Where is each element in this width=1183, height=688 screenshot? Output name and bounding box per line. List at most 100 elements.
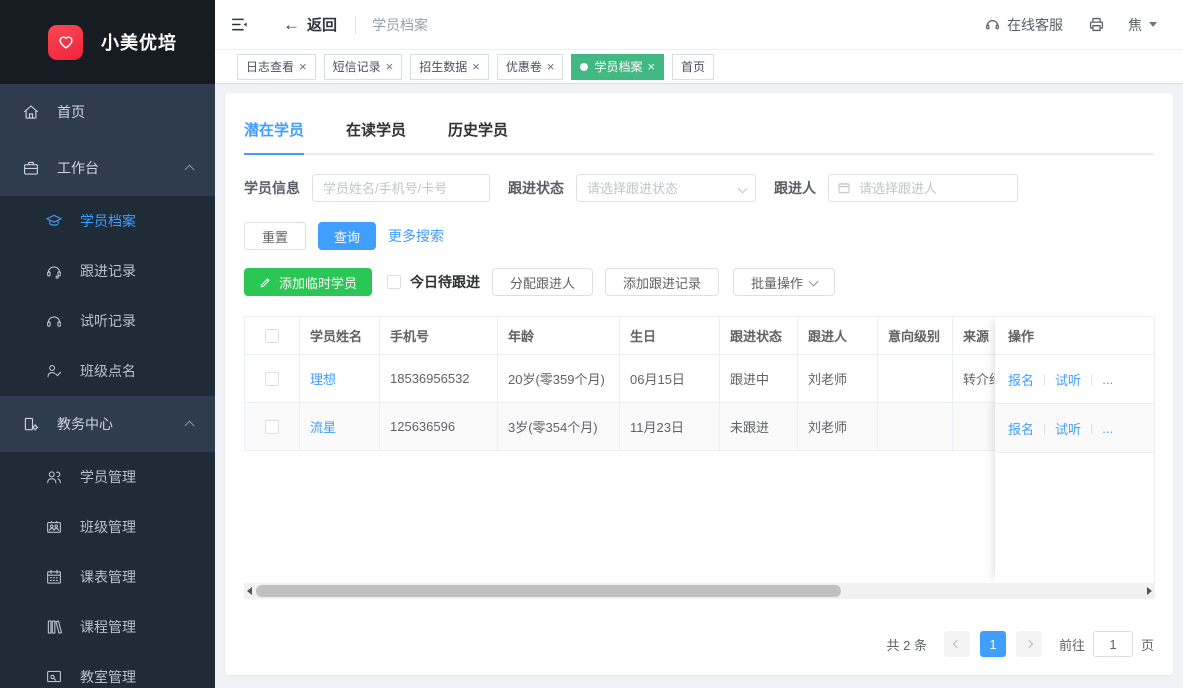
follow-status-select-input[interactable] bbox=[576, 174, 756, 202]
sidebar-item-student-management[interactable]: 学员管理 bbox=[0, 452, 215, 502]
calendar-small-icon bbox=[837, 181, 851, 195]
audition-link[interactable]: 试听 bbox=[1055, 419, 1081, 438]
breadcrumb: 学员档案 bbox=[372, 15, 428, 35]
tag-label: 学员档案 bbox=[594, 58, 642, 75]
batch-operation-button[interactable]: 批量操作 bbox=[733, 268, 835, 296]
sidebar-group-academic-center[interactable]: 教务中心 bbox=[0, 396, 215, 452]
divider: | bbox=[1043, 421, 1046, 435]
brand-logo bbox=[48, 25, 83, 60]
sidebar-item-label: 试听记录 bbox=[80, 311, 136, 331]
cell-follow-status: 未跟进 bbox=[720, 403, 798, 451]
student-name-link[interactable]: 流星 bbox=[310, 420, 336, 435]
horizontal-scrollbar[interactable] bbox=[244, 583, 1155, 599]
students-table: 学员姓名 手机号 年龄 生日 跟进状态 跟进人 意向级别 来源 理想 bbox=[244, 316, 1155, 583]
sidebar-item-label: 首页 bbox=[57, 102, 85, 122]
divider: | bbox=[1043, 372, 1046, 386]
sidebar-item-student-archive[interactable]: 学员档案 bbox=[0, 196, 215, 246]
search-buttons-row: 重置 查询 更多搜索 bbox=[244, 222, 1154, 250]
heart-icon bbox=[56, 32, 76, 52]
row-checkbox[interactable] bbox=[265, 420, 279, 434]
sidebar-group-workbench[interactable]: 工作台 bbox=[0, 140, 215, 196]
user-menu[interactable]: 焦 bbox=[1128, 15, 1157, 35]
row-checkbox[interactable] bbox=[265, 372, 279, 386]
sidebar-item-audition-records[interactable]: 试听记录 bbox=[0, 296, 215, 346]
close-icon[interactable]: × bbox=[299, 60, 307, 73]
workspace-gear-icon bbox=[22, 415, 40, 433]
tab-history-students[interactable]: 历史学员 bbox=[448, 119, 508, 153]
sidebar-item-class-management[interactable]: 班级管理 bbox=[0, 502, 215, 552]
tag-student-archive-active[interactable]: 学员档案 × bbox=[571, 54, 664, 80]
goto-page-input[interactable] bbox=[1093, 631, 1133, 657]
tag-enrollment-data[interactable]: 招生数据× bbox=[410, 54, 489, 80]
student-type-tabs: 潜在学员 在读学员 历史学员 bbox=[244, 119, 1154, 155]
headset-icon bbox=[984, 16, 1001, 33]
calendar-icon bbox=[45, 568, 63, 586]
tab-enrolled-students[interactable]: 在读学员 bbox=[346, 119, 406, 153]
caret-down-icon bbox=[1149, 22, 1157, 27]
cell-follower: 刘老师 bbox=[798, 355, 878, 403]
add-temp-student-button[interactable]: 添加临时学员 bbox=[244, 268, 372, 296]
graduation-cap-icon bbox=[45, 212, 63, 230]
signup-link[interactable]: 报名 bbox=[1008, 370, 1034, 389]
content-card: 潜在学员 在读学员 历史学员 学员信息 跟进状态 跟进人 bbox=[225, 93, 1173, 675]
col-age: 年龄 bbox=[498, 317, 620, 355]
close-icon[interactable]: × bbox=[386, 60, 394, 73]
today-follow-checkbox[interactable] bbox=[387, 275, 401, 289]
assign-follower-button[interactable]: 分配跟进人 bbox=[492, 268, 593, 296]
student-name-link[interactable]: 理想 bbox=[310, 372, 336, 387]
scroll-right-arrow[interactable] bbox=[1144, 583, 1155, 599]
tag-log-view[interactable]: 日志查看 × bbox=[237, 54, 316, 80]
tab-potential-students[interactable]: 潜在学员 bbox=[244, 119, 304, 155]
back-button[interactable]: ← 返回 bbox=[283, 14, 337, 35]
close-icon[interactable]: × bbox=[472, 60, 480, 73]
sidebar-fold-icon[interactable] bbox=[230, 15, 249, 34]
divider: | bbox=[1090, 372, 1093, 386]
sidebar-menu: 首页 工作台 学员档案 跟进记录 试听记录 班级点名 bbox=[0, 84, 215, 688]
cell-phone: 125636596 bbox=[380, 403, 498, 451]
select-all-checkbox[interactable] bbox=[265, 329, 279, 343]
follower-select[interactable] bbox=[828, 174, 1018, 202]
tag-home[interactable]: 首页 bbox=[672, 54, 714, 80]
sidebar-item-label: 学员档案 bbox=[80, 211, 136, 231]
search-button[interactable]: 查询 bbox=[318, 222, 376, 250]
more-actions-link[interactable]: ... bbox=[1102, 421, 1113, 436]
prev-page-button[interactable] bbox=[944, 631, 970, 657]
signup-link[interactable]: 报名 bbox=[1008, 419, 1034, 438]
printer-icon[interactable] bbox=[1087, 15, 1106, 34]
chevron-right-icon bbox=[1025, 640, 1033, 648]
close-icon[interactable]: × bbox=[547, 60, 555, 73]
follower-select-input[interactable] bbox=[828, 174, 1018, 202]
scrollbar-thumb[interactable] bbox=[256, 585, 841, 597]
audition-link[interactable]: 试听 bbox=[1055, 370, 1081, 389]
tag-sms-records[interactable]: 短信记录× bbox=[324, 54, 403, 80]
sidebar-item-label: 课表管理 bbox=[80, 567, 136, 587]
next-page-button[interactable] bbox=[1016, 631, 1042, 657]
sidebar-item-label: 教务中心 bbox=[57, 414, 113, 434]
more-actions-link[interactable]: ... bbox=[1102, 372, 1113, 387]
tag-label: 日志查看 bbox=[246, 58, 294, 75]
close-icon[interactable]: × bbox=[647, 60, 655, 73]
page-number-button[interactable]: 1 bbox=[980, 631, 1006, 657]
col-follow-status: 跟进状态 bbox=[720, 317, 798, 355]
sidebar-item-course-management[interactable]: 课程管理 bbox=[0, 602, 215, 652]
reset-button[interactable]: 重置 bbox=[244, 222, 306, 250]
student-info-input[interactable] bbox=[312, 174, 490, 202]
cell-intent-level bbox=[878, 403, 953, 451]
sidebar-item-timetable-management[interactable]: 课表管理 bbox=[0, 552, 215, 602]
cell-source bbox=[953, 403, 996, 451]
sidebar-item-follow-records[interactable]: 跟进记录 bbox=[0, 246, 215, 296]
more-search-link[interactable]: 更多搜索 bbox=[388, 226, 444, 246]
online-service-button[interactable]: 在线客服 bbox=[984, 15, 1063, 35]
sidebar-item-classroom-management[interactable]: 教室管理 bbox=[0, 652, 215, 688]
tag-coupons[interactable]: 优惠卷× bbox=[497, 54, 564, 80]
follow-status-select[interactable] bbox=[576, 174, 756, 202]
person-check-icon bbox=[45, 362, 63, 380]
col-intent-level: 意向级别 bbox=[878, 317, 953, 355]
add-follow-record-button[interactable]: 添加跟进记录 bbox=[605, 268, 719, 296]
user-name: 焦 bbox=[1128, 15, 1142, 35]
sidebar-item-class-rollcall[interactable]: 班级点名 bbox=[0, 346, 215, 396]
sidebar-item-home[interactable]: 首页 bbox=[0, 84, 215, 140]
scroll-left-arrow[interactable] bbox=[244, 583, 255, 599]
row-operations: 报名 | 试听 | ... bbox=[995, 404, 1154, 453]
chevron-up-icon bbox=[186, 160, 193, 176]
